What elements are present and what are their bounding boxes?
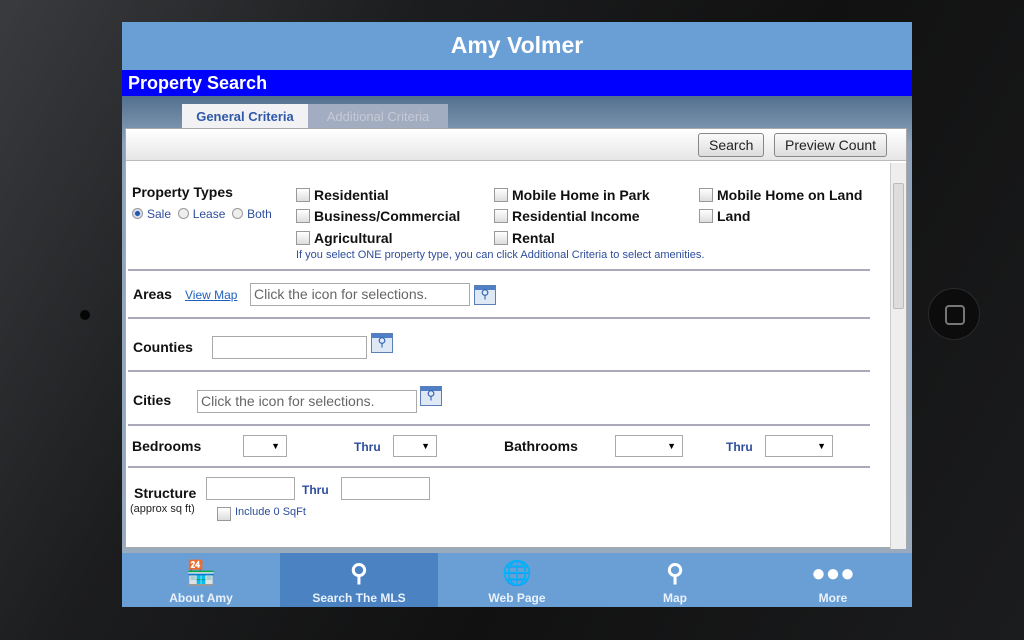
cities-label: Cities <box>133 392 172 408</box>
checkbox-mobile-home-park[interactable]: Mobile Home in Park <box>494 187 650 203</box>
areas-label: Areas <box>133 286 172 302</box>
scrollbar[interactable] <box>890 163 906 549</box>
property-types-label: Property Types <box>132 184 233 200</box>
counties-lookup-icon[interactable]: ⚲ <box>371 333 393 353</box>
criteria-panel: Search Preview Count Property Types Sale… <box>125 128 907 549</box>
search-button[interactable]: Search <box>698 133 765 157</box>
preview-count-button[interactable]: Preview Count <box>774 133 888 157</box>
radio-both[interactable]: Both <box>232 207 272 221</box>
counties-label: Counties <box>133 339 193 355</box>
property-types-section: Property Types Sale Lease Both Residenti… <box>128 163 870 271</box>
nav-map[interactable]: ⚲ Map <box>596 553 754 607</box>
radio-lease[interactable]: Lease <box>177 207 225 221</box>
structure-thru-label: Thru <box>302 483 329 497</box>
cities-input[interactable]: Click the icon for selections. <box>197 390 417 413</box>
store-icon: 🏪 <box>186 560 216 587</box>
checkbox-land[interactable]: Land <box>699 208 750 224</box>
nav-web-page[interactable]: 🌐 Web Page <box>438 553 596 607</box>
bedrooms-thru-label: Thru <box>354 440 381 454</box>
search-icon: ⚲ <box>350 560 368 587</box>
map-pin-icon: ⚲ <box>666 560 684 587</box>
checkbox-residential[interactable]: Residential <box>296 187 389 203</box>
property-type-hint: If you select ONE property type, you can… <box>296 249 705 261</box>
toolbar: Search Preview Count <box>126 129 906 161</box>
view-map-link[interactable]: View Map <box>185 288 237 302</box>
globe-icon: 🌐 <box>502 560 532 587</box>
counties-input[interactable] <box>212 336 367 359</box>
structure-min-input[interactable] <box>206 477 295 500</box>
rooms-section: Bedrooms ▼ Thru ▼ Bathrooms ▼ Thru ▼ <box>128 426 870 468</box>
tab-additional-criteria[interactable]: Additional Criteria <box>308 104 448 130</box>
include-zero-sqft-checkbox[interactable]: Include 0 SqFt <box>217 506 306 521</box>
home-button[interactable] <box>928 288 980 340</box>
scrollbar-thumb[interactable] <box>893 183 904 309</box>
counties-section: Counties ⚲ <box>128 319 870 372</box>
areas-section: Areas View Map Click the icon for select… <box>128 271 870 319</box>
checkbox-mobile-home-land[interactable]: Mobile Home on Land <box>699 187 862 203</box>
more-icon: ●●● <box>811 560 855 587</box>
page-title: Amy Volmer <box>122 22 912 70</box>
nav-search-mls[interactable]: ⚲ Search The MLS <box>280 553 438 607</box>
radio-sale[interactable]: Sale <box>132 207 171 221</box>
bathrooms-max-select[interactable]: ▼ <box>765 435 833 457</box>
bathrooms-thru-label: Thru <box>726 440 753 454</box>
bedrooms-max-select[interactable]: ▼ <box>393 435 437 457</box>
bathrooms-label: Bathrooms <box>504 438 578 454</box>
app-screen: Amy Volmer Property Search General Crite… <box>122 22 912 607</box>
bathrooms-min-select[interactable]: ▼ <box>615 435 683 457</box>
checkbox-business-commercial[interactable]: Business/Commercial <box>296 208 460 224</box>
cities-section: Cities Click the icon for selections. ⚲ <box>128 372 870 426</box>
bedrooms-label: Bedrooms <box>132 438 202 454</box>
structure-max-input[interactable] <box>341 477 430 500</box>
checkbox-residential-income[interactable]: Residential Income <box>494 208 640 224</box>
nav-about-amy[interactable]: 🏪 About Amy <box>122 553 280 607</box>
areas-lookup-icon[interactable]: ⚲ <box>474 285 496 305</box>
form-scroll-area: Property Types Sale Lease Both Residenti… <box>126 163 906 549</box>
tab-general-criteria[interactable]: General Criteria <box>182 104 308 130</box>
structure-section: Structure (approx sq ft) Thru Include 0 … <box>128 468 870 548</box>
section-title: Property Search <box>122 70 912 96</box>
bedrooms-min-select[interactable]: ▼ <box>243 435 287 457</box>
bottom-nav: 🏪 About Amy ⚲ Search The MLS 🌐 Web Page ⚲ Ma… <box>122 553 912 607</box>
checkbox-rental[interactable]: Rental <box>494 230 555 246</box>
areas-input[interactable]: Click the icon for selections. <box>250 283 470 306</box>
camera <box>80 310 90 320</box>
checkbox-agricultural[interactable]: Agricultural <box>296 230 393 246</box>
tab-area: General Criteria Additional Criteria Sea… <box>122 96 912 576</box>
nav-more[interactable]: ●●● More <box>754 553 912 607</box>
structure-label: Structure <box>134 485 197 501</box>
structure-sub-label: (approx sq ft) <box>130 503 195 515</box>
cities-lookup-icon[interactable]: ⚲ <box>420 386 442 406</box>
